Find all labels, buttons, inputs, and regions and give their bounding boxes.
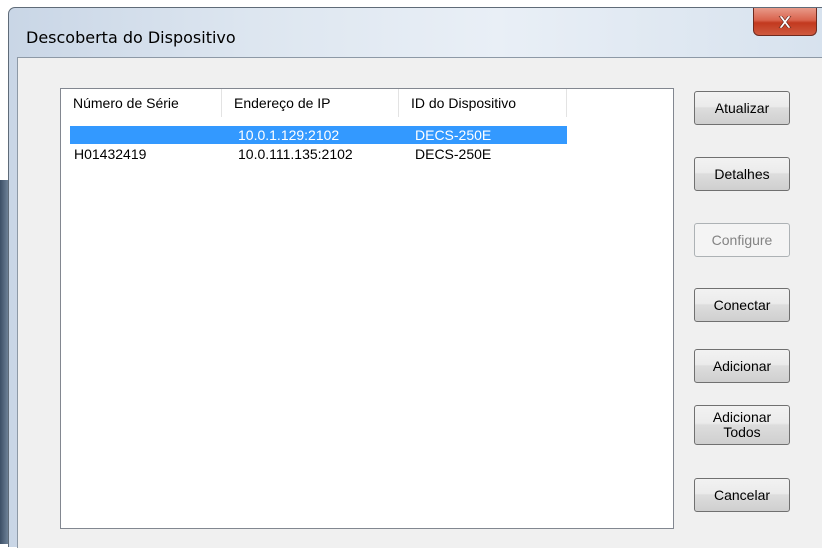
device-discovery-dialog: Descoberta do Dispositivo Número de Séri… (8, 7, 822, 548)
dialog-client-area: Número de Série Endereço de IP ID do Dis… (17, 57, 822, 548)
column-header-serial[interactable]: Número de Série (61, 89, 222, 117)
add-all-label-line1: Adicionar (712, 409, 772, 425)
cell-ip: 10.0.111.135:2102 (238, 146, 353, 162)
configure-button[interactable]: Configure (694, 223, 790, 257)
cell-device-id: DECS-250E (415, 146, 492, 162)
list-header: Número de Série Endereço de IP ID do Dis… (61, 89, 673, 117)
close-button[interactable] (753, 8, 817, 36)
cell-serial: H01432419 (74, 146, 147, 162)
window-frame-edge (0, 180, 8, 544)
cell-ip: 10.0.1.129:2102 (238, 127, 340, 143)
list-row[interactable]: H01432419 10.0.111.135:2102 DECS-250E (61, 145, 673, 163)
add-all-label-line2: Todos (723, 424, 761, 440)
column-header-ip[interactable]: Endereço de IP (222, 89, 399, 117)
title-bar[interactable]: Descoberta do Dispositivo (9, 8, 822, 58)
connect-button[interactable]: Conectar (694, 288, 790, 322)
details-button[interactable]: Detalhes (694, 157, 790, 191)
add-all-button[interactable]: Adicionar Todos (694, 405, 790, 445)
device-list[interactable]: Número de Série Endereço de IP ID do Dis… (60, 88, 674, 529)
close-icon (778, 15, 792, 28)
add-button[interactable]: Adicionar (694, 349, 790, 383)
cell-device-id: DECS-250E (415, 127, 492, 143)
window-title: Descoberta do Dispositivo (26, 28, 236, 47)
list-row[interactable]: 10.0.1.129:2102 DECS-250E (61, 126, 673, 144)
column-header-device-id[interactable]: ID do Dispositivo (399, 89, 567, 117)
cancel-button[interactable]: Cancelar (694, 478, 790, 512)
refresh-button[interactable]: Atualizar (694, 91, 790, 125)
